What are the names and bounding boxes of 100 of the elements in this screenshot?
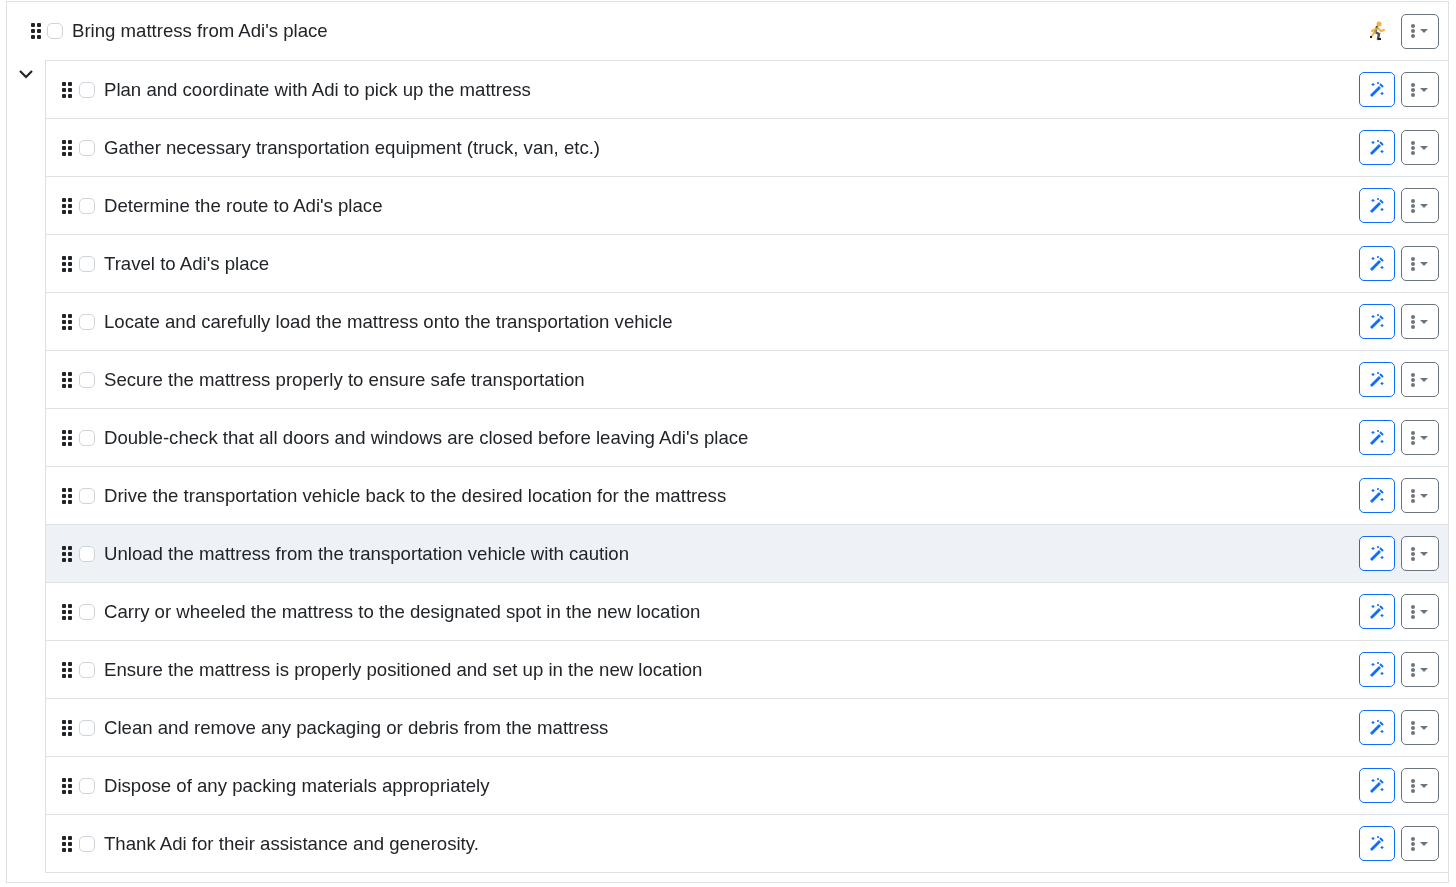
drag-handle-icon[interactable] [62,197,72,214]
checkbox[interactable] [79,603,95,620]
drag-handle-icon[interactable] [62,429,72,446]
magic-wand-icon [1368,486,1386,505]
drag-handle-icon[interactable] [62,371,72,388]
magic-wand-button[interactable] [1359,594,1395,629]
checkbox[interactable] [79,719,95,736]
more-options-button[interactable] [1401,768,1439,803]
checkbox[interactable] [79,835,95,852]
checkbox[interactable] [79,429,95,446]
drag-handle-icon[interactable] [62,835,72,852]
kebab-caret-icon [1409,313,1431,330]
kebab-caret-icon [1409,603,1431,620]
magic-wand-button[interactable] [1359,536,1395,571]
more-options-button[interactable] [1401,13,1439,49]
more-options-button[interactable] [1401,652,1439,687]
drag-handle-icon[interactable] [31,23,41,39]
drag-handle-icon[interactable] [62,661,72,678]
subtask-row[interactable]: Carry or wheeled the mattress to the designated spot in the new location [46,582,1448,640]
kebab-caret-icon [1409,545,1431,562]
subtask-title: Clean and remove any packaging or debris from the mattress [104,716,609,739]
magic-wand-icon [1368,312,1386,331]
magic-wand-icon [1368,370,1386,389]
drag-handle-icon[interactable] [62,487,72,504]
magic-wand-button[interactable] [1359,130,1395,165]
kebab-caret-icon [1409,661,1431,678]
magic-wand-icon [1368,254,1386,273]
more-options-button[interactable] [1401,246,1439,281]
more-options-button[interactable] [1401,826,1439,861]
subtask-row[interactable]: Clean and remove any packaging or debris from the mattress [46,698,1448,756]
kebab-caret-icon [1409,139,1431,156]
checkbox[interactable] [79,777,95,794]
kebab-caret-icon [1409,371,1431,388]
subtask-title: Thank Adi for their assistance and generosity. [104,832,479,855]
checkbox[interactable] [79,139,95,156]
subtask-title: Determine the route to Adi's place [104,194,383,217]
subtask-row[interactable]: Gather necessary transportation equipment (truck, van, etc.) [46,118,1448,176]
kebab-caret-icon [1409,429,1431,446]
magic-wand-icon [1368,718,1386,737]
checkbox[interactable] [79,487,95,504]
drag-handle-icon[interactable] [62,603,72,620]
magic-wand-button[interactable] [1359,710,1395,745]
subtask-row[interactable]: Secure the mattress properly to ensure safe transportation [46,350,1448,408]
subtask-title: Gather necessary transportation equipment (truck, van, etc.) [104,136,601,159]
kebab-caret-icon [1409,197,1431,214]
magic-wand-button[interactable] [1359,652,1395,687]
magic-wand-button[interactable] [1359,826,1395,861]
drag-handle-icon[interactable] [62,313,72,330]
magic-wand-button[interactable] [1359,420,1395,455]
checkbox[interactable] [79,197,95,214]
magic-wand-button[interactable] [1359,768,1395,803]
drag-handle-icon[interactable] [62,139,72,156]
drag-handle-icon[interactable] [62,81,72,98]
more-options-button[interactable] [1401,536,1439,571]
drag-handle-icon[interactable] [62,255,72,272]
subtask-row[interactable]: Ensure the mattress is properly positioned and set up in the new location [46,640,1448,698]
more-options-button[interactable] [1401,304,1439,339]
kebab-caret-icon [1409,719,1431,736]
magic-wand-button[interactable] [1359,304,1395,339]
subtask-row[interactable]: Travel to Adi's place [46,234,1448,292]
more-options-button[interactable] [1401,362,1439,397]
more-options-button[interactable] [1401,188,1439,223]
magic-wand-icon [1368,138,1386,157]
checkbox[interactable] [79,661,95,678]
kebab-caret-icon [1409,23,1431,39]
drag-handle-icon[interactable] [62,719,72,736]
checkbox[interactable] [79,545,95,562]
more-options-button[interactable] [1401,478,1439,513]
more-options-button[interactable] [1401,130,1439,165]
magic-wand-button[interactable] [1359,246,1395,281]
checkbox[interactable] [79,81,95,98]
magic-wand-icon [1368,660,1386,679]
subtask-row[interactable]: Double-check that all doors and windows are closed before leaving Adi's place [46,408,1448,466]
magic-wand-button[interactable] [1359,478,1395,513]
magic-wand-button[interactable] [1359,72,1395,107]
subtask-row[interactable]: Unload the mattress from the transportation vehicle with caution [46,524,1448,582]
checkbox[interactable] [79,371,95,388]
checkbox[interactable] [79,255,95,272]
more-options-button[interactable] [1401,710,1439,745]
subtask-row[interactable]: Dispose of any packing materials appropriately [46,756,1448,814]
subtask-title: Ensure the mattress is properly positioned and set up in the new location [104,658,703,681]
more-options-button[interactable] [1401,420,1439,455]
more-options-button[interactable] [1401,594,1439,629]
magic-wand-icon [1368,602,1386,621]
drag-handle-icon[interactable] [62,545,72,562]
subtask-row[interactable]: Locate and carefully load the mattress onto the transportation vehicle [46,292,1448,350]
magic-wand-button[interactable] [1359,188,1395,223]
subtask-row[interactable]: Thank Adi for their assistance and generosity. [46,814,1448,872]
subtask-title: Plan and coordinate with Adi to pick up the mattress [104,78,531,101]
subtask-title: Locate and carefully load the mattress onto the transportation vehicle [104,310,673,333]
kebab-caret-icon [1409,487,1431,504]
checkbox[interactable] [79,313,95,330]
subtask-row[interactable]: Determine the route to Adi's place [46,176,1448,234]
drag-handle-icon[interactable] [62,777,72,794]
subtask-title: Double-check that all doors and windows are closed before leaving Adi's place [104,426,749,449]
subtask-row[interactable]: Plan and coordinate with Adi to pick up the mattress [46,61,1448,118]
more-options-button[interactable] [1401,72,1439,107]
magic-wand-icon [1368,80,1386,99]
magic-wand-button[interactable] [1359,362,1395,397]
checkbox[interactable] [47,23,63,39]
